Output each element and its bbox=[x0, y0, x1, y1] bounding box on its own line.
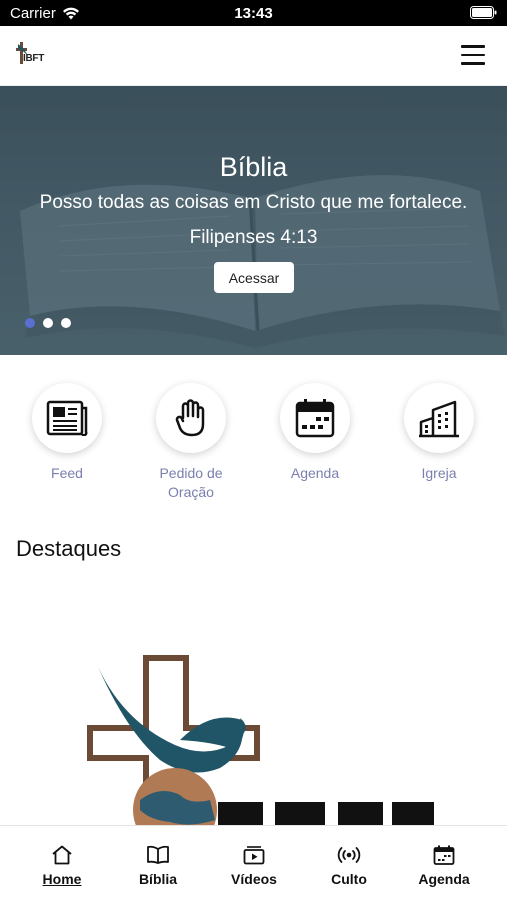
quick-action-circle bbox=[404, 383, 474, 453]
banner-verse: Posso todas as coisas em Cristo que me f… bbox=[39, 192, 468, 213]
video-icon bbox=[243, 846, 265, 865]
tab-videos[interactable]: Vídeos bbox=[209, 844, 299, 887]
broadcast-icon bbox=[337, 847, 361, 863]
quick-action-label: Feed bbox=[51, 465, 83, 481]
quick-action-label: Igreja bbox=[421, 465, 457, 481]
highlight-card-image[interactable] bbox=[80, 650, 440, 825]
hero-banner[interactable]: Bíblia Posso todas as coisas em Cristo q… bbox=[0, 86, 507, 355]
calendar-icon bbox=[295, 399, 335, 438]
tab-label: Vídeos bbox=[231, 871, 277, 887]
quick-action-circle bbox=[32, 383, 102, 453]
carousel-dot-2[interactable] bbox=[43, 318, 53, 328]
calendar-icon bbox=[433, 845, 455, 865]
tab-agenda[interactable]: Agenda bbox=[399, 844, 489, 887]
access-button[interactable]: Acessar bbox=[214, 262, 294, 293]
app-logo[interactable]: IBFT bbox=[15, 40, 49, 72]
carousel-dot-1[interactable] bbox=[25, 318, 35, 328]
banner-overlay bbox=[0, 86, 507, 355]
tab-label: Culto bbox=[331, 871, 367, 887]
tab-bible[interactable]: Bíblia bbox=[113, 844, 203, 887]
app-header: IBFT bbox=[0, 26, 507, 86]
building-icon bbox=[419, 400, 459, 438]
battery-icon bbox=[470, 6, 497, 19]
banner-title: Bíblia bbox=[219, 152, 288, 182]
carousel-pagination[interactable] bbox=[25, 318, 71, 328]
menu-icon-bar bbox=[461, 53, 485, 56]
ibft-logo-illustration bbox=[87, 655, 434, 825]
quick-actions: Feed Pedido de Oração Agenda Igreja bbox=[0, 383, 507, 503]
home-icon bbox=[52, 845, 72, 865]
quick-action-agenda[interactable]: Agenda bbox=[260, 383, 370, 483]
quick-action-label: Pedido de Oração bbox=[159, 465, 223, 500]
clock: 13:43 bbox=[234, 5, 273, 22]
menu-icon-bar bbox=[461, 62, 485, 65]
tab-home[interactable]: Home bbox=[17, 844, 107, 887]
tab-label: Agenda bbox=[418, 871, 470, 887]
bottom-tab-bar: Home Bíblia Vídeos Culto Agenda bbox=[0, 825, 507, 900]
status-bar: Carrier 13:43 bbox=[0, 0, 507, 26]
tab-label: Home bbox=[42, 871, 82, 887]
quick-action-feed[interactable]: Feed bbox=[12, 383, 122, 483]
quick-action-prayer-request[interactable]: Pedido de Oração bbox=[136, 383, 246, 502]
tab-worship[interactable]: Culto bbox=[304, 844, 394, 887]
quick-action-church[interactable]: Igreja bbox=[384, 383, 494, 483]
quick-action-circle bbox=[280, 383, 350, 453]
book-icon bbox=[147, 845, 169, 864]
tab-label: Bíblia bbox=[138, 871, 178, 887]
quick-action-circle bbox=[156, 383, 226, 453]
highlights-title: Destaques bbox=[16, 536, 122, 561]
hamburger-menu-button[interactable] bbox=[461, 45, 485, 67]
banner-verse-reference: Filipenses 4:13 bbox=[189, 227, 318, 248]
logo-text: IBFT bbox=[23, 53, 45, 64]
newspaper-icon bbox=[46, 400, 88, 436]
menu-icon-bar bbox=[461, 45, 485, 48]
carousel-dot-3[interactable] bbox=[61, 318, 71, 328]
quick-action-label: Agenda bbox=[290, 465, 340, 481]
raised-hand-icon bbox=[175, 399, 205, 437]
